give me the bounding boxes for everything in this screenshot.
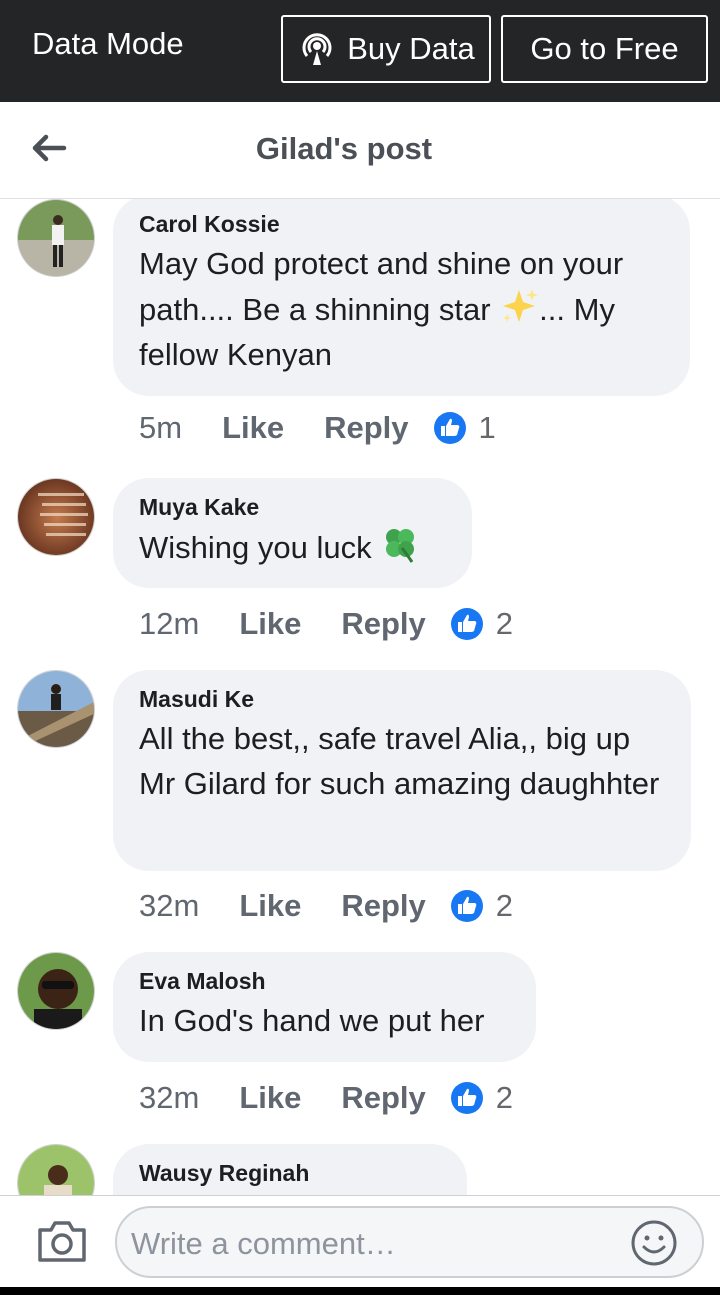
comment-actions: 5m Like Reply 1: [139, 408, 496, 448]
data-mode-label: Data Mode: [32, 26, 184, 61]
comment-text: May God protect and shine on your path..…: [139, 246, 624, 372]
reaction-count[interactable]: 2: [450, 888, 513, 924]
comment-list: Carol Kossie May God protect and shine o…: [0, 199, 720, 1195]
comment-time: 5m: [139, 410, 183, 445]
comment-author[interactable]: Masudi Ke: [139, 684, 665, 714]
comment-time: 32m: [139, 1080, 200, 1115]
reply-button[interactable]: Reply: [341, 606, 425, 642]
like-reaction-icon: [433, 412, 466, 444]
comment-bubble[interactable]: Eva Malosh In God's hand we put her: [113, 952, 536, 1062]
nav-bar-edge: [0, 1287, 720, 1295]
data-mode-bar: Data Mode Buy Data Go to Free: [0, 0, 720, 102]
comment-author[interactable]: Muya Kake: [139, 492, 446, 522]
reply-button[interactable]: Reply: [324, 410, 408, 446]
like-button[interactable]: Like: [222, 410, 284, 446]
sparkles-icon: [503, 289, 539, 322]
comment-bubble[interactable]: Muya Kake Wishing you luck: [113, 478, 472, 588]
comment-time: 12m: [139, 606, 200, 641]
broadcast-icon: [302, 33, 332, 65]
like-button[interactable]: Like: [239, 1080, 301, 1116]
comment-author[interactable]: Wausy Reginah: [139, 1158, 441, 1188]
smiley-icon[interactable]: [630, 1219, 678, 1267]
comment-bubble[interactable]: Wausy Reginah: [113, 1144, 467, 1195]
go-to-free-label: Go to Free: [530, 31, 679, 66]
comment-actions: 32m Like Reply 2: [139, 1078, 513, 1118]
comment-text: In God's hand we put her: [139, 1003, 485, 1038]
avatar[interactable]: [17, 199, 95, 277]
like-reaction-icon: [450, 1082, 483, 1114]
comment-bubble[interactable]: Masudi Ke All the best,, safe travel Ali…: [113, 670, 691, 871]
like-button[interactable]: Like: [239, 888, 301, 924]
like-button[interactable]: Like: [239, 606, 301, 642]
buy-data-button[interactable]: Buy Data: [281, 15, 491, 83]
page-title: Gilad's post: [255, 131, 433, 166]
post-header: Gilad's post: [0, 102, 720, 199]
reply-button[interactable]: Reply: [341, 888, 425, 924]
four-leaf-clover-icon: [386, 529, 415, 563]
buy-data-label: Buy Data: [347, 31, 475, 66]
like-reaction-icon: [450, 608, 483, 640]
comment-author[interactable]: Eva Malosh: [139, 966, 510, 996]
comment-author[interactable]: Carol Kossie: [139, 209, 664, 239]
like-reaction-icon: [450, 890, 483, 922]
comment-actions: 12m Like Reply 2: [139, 604, 513, 644]
reply-button[interactable]: Reply: [341, 1080, 425, 1116]
comment-bubble[interactable]: Carol Kossie May God protect and shine o…: [113, 199, 690, 396]
comment-placeholder: Write a comment…: [131, 1226, 396, 1261]
comment-text: All the best,, safe travel Alia,, big up…: [139, 721, 660, 801]
avatar[interactable]: [17, 1144, 95, 1195]
comment-actions: 32m Like Reply 2: [139, 886, 513, 926]
avatar[interactable]: [17, 952, 95, 1030]
comment-composer: Write a comment…: [0, 1195, 720, 1287]
go-to-free-button[interactable]: Go to Free: [501, 15, 708, 83]
comment-time: 32m: [139, 888, 200, 923]
reaction-count[interactable]: 2: [450, 606, 513, 642]
avatar[interactable]: [17, 670, 95, 748]
reaction-count[interactable]: 2: [450, 1080, 513, 1116]
camera-icon[interactable]: [36, 1218, 88, 1264]
comment-input[interactable]: Write a comment…: [115, 1206, 704, 1278]
comment-text: Wishing you luck: [139, 524, 446, 570]
avatar[interactable]: [17, 478, 95, 556]
reaction-count[interactable]: 1: [433, 410, 496, 446]
